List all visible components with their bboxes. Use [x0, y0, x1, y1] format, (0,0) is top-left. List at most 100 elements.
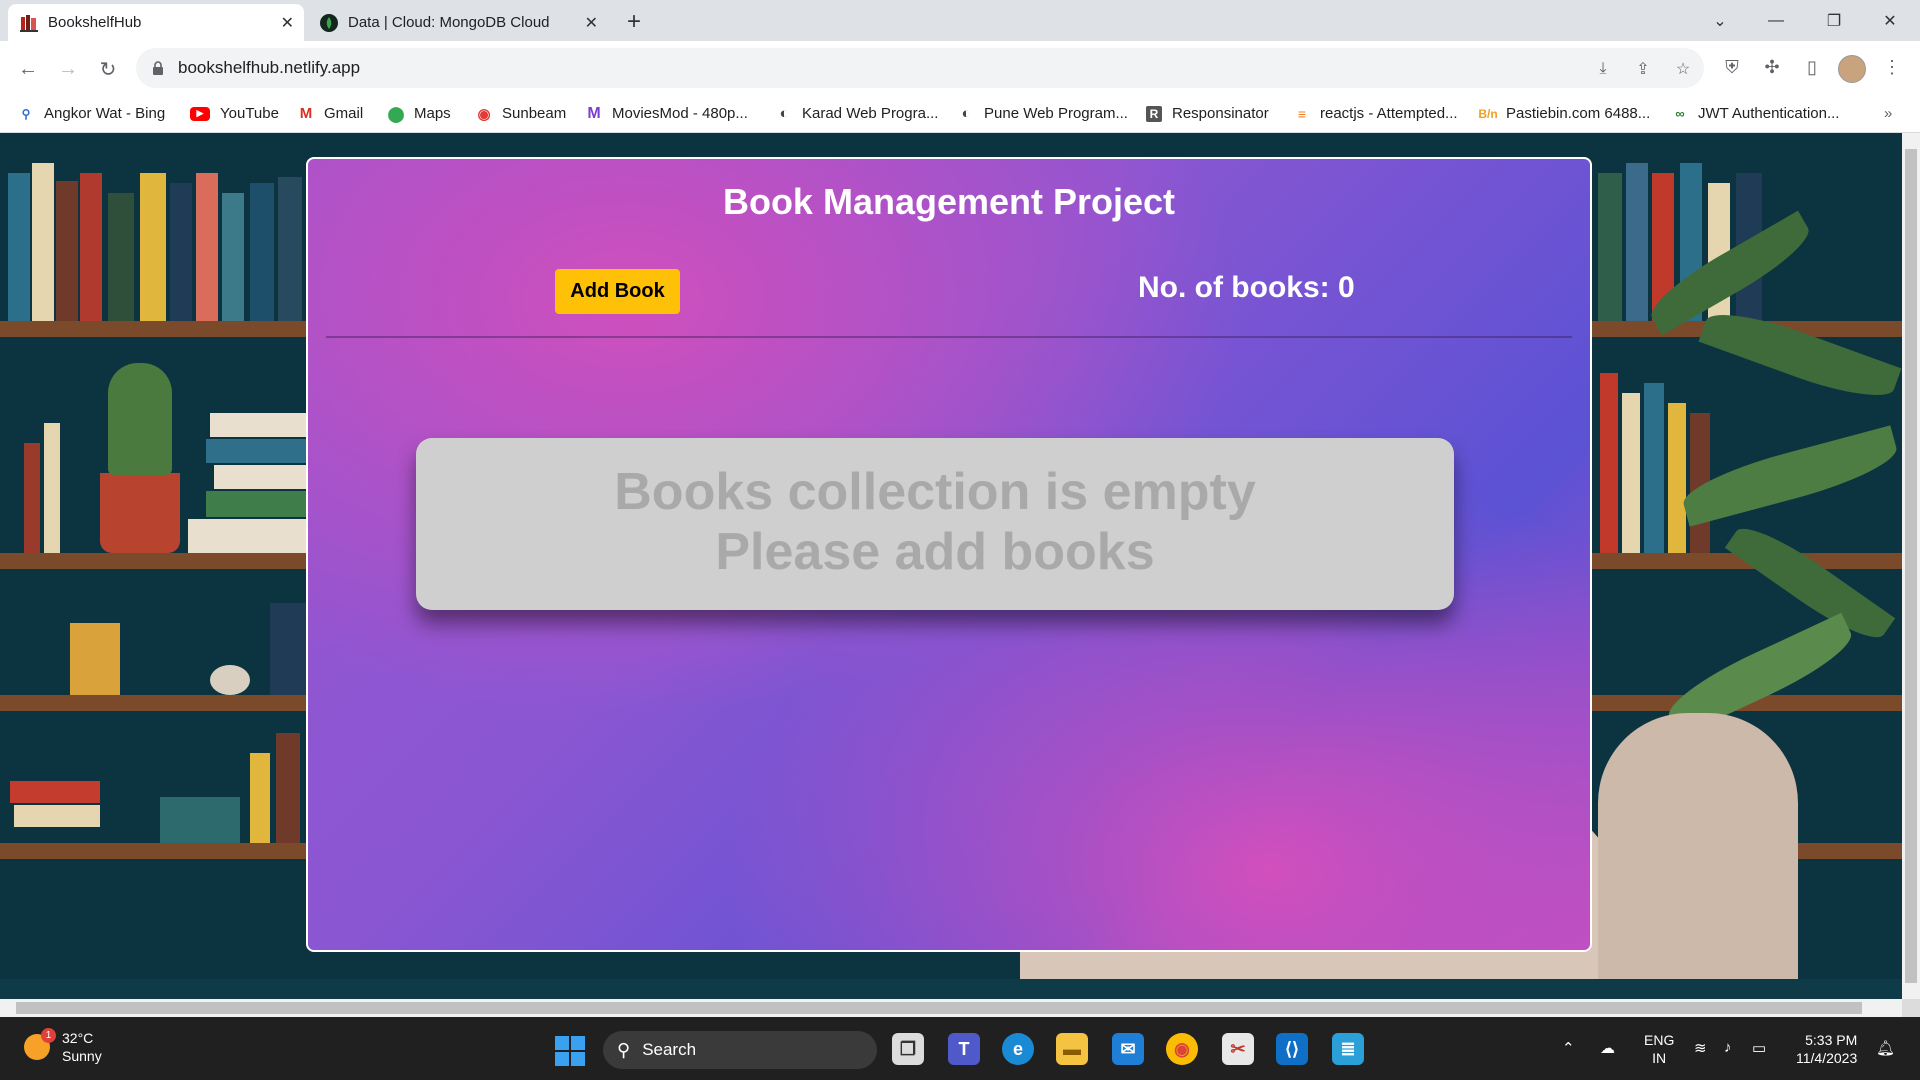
book [250, 183, 274, 321]
bookmark-item[interactable]: B/n Pastiebin.com 6488... [1478, 105, 1650, 122]
book [276, 733, 300, 843]
profile-avatar[interactable] [1838, 55, 1866, 83]
bottom-shelf [0, 979, 1902, 999]
book [214, 465, 310, 489]
bookmark-item[interactable]: ◐ Pune Web Program... [958, 105, 1128, 122]
bookmark-item[interactable]: M MoviesMod - 480p... [586, 104, 748, 123]
back-arrow-icon[interactable]: ← [14, 55, 42, 83]
close-tab-icon[interactable]: ✕ [585, 13, 598, 33]
snipping-tool-icon[interactable]: ✂ [1222, 1033, 1254, 1065]
plant-pot [70, 623, 120, 695]
book [1622, 393, 1640, 553]
tab-bookshelfhub[interactable]: BookshelfHub ✕ [8, 4, 304, 41]
reload-icon[interactable]: ↻ [94, 55, 122, 83]
mail-icon[interactable]: ✉ [1112, 1033, 1144, 1065]
close-tab-icon[interactable]: ✕ [281, 13, 294, 33]
tab-search-chevron-icon[interactable]: ⌄ [1692, 0, 1748, 41]
maps-pin-icon: ⬤ [387, 105, 405, 123]
weather-desc: Sunny [62, 1048, 102, 1064]
side-panel-icon[interactable]: ▯ [1800, 55, 1824, 79]
bookmark-item[interactable]: ▶ YouTube [190, 105, 279, 122]
book [10, 781, 100, 803]
weather-widget[interactable]: 1 32°C Sunny [24, 1028, 102, 1065]
tab-title: Data | Cloud: MongoDB Cloud [348, 14, 550, 31]
bookmark-item[interactable]: ≡ reactjs - Attempted... [1294, 105, 1458, 122]
forward-arrow-icon[interactable]: → [54, 55, 82, 83]
taskbar-search[interactable]: ⚲ Search [603, 1031, 877, 1069]
book [206, 491, 310, 517]
book [8, 173, 30, 321]
bookmark-item[interactable]: ◐ Karad Web Progra... [776, 105, 938, 122]
horizontal-scrollbar[interactable] [0, 999, 1902, 1017]
book [250, 753, 270, 843]
book [278, 177, 302, 321]
menu-kebab-icon[interactable]: ⋮ [1880, 55, 1904, 79]
vertical-scrollbar[interactable] [1902, 133, 1920, 999]
book [1626, 163, 1648, 321]
taskbar: 1 32°C Sunny ⚲ Search ❐ T e ▬ ✉ ◉ ✂ ⟨⟩ ≣… [0, 1017, 1920, 1080]
volume-icon[interactable]: ♪ [1724, 1039, 1732, 1056]
share-icon[interactable]: ⇪ [1632, 58, 1654, 80]
task-view-icon[interactable]: ❐ [892, 1033, 924, 1065]
bookmark-item[interactable]: M Gmail [298, 105, 363, 122]
restore-icon[interactable]: ❐ [1806, 0, 1862, 41]
url-text: bookshelfhub.netlify.app [178, 58, 361, 77]
bookmark-item[interactable]: R Responsinator [1146, 105, 1269, 122]
notepad-icon[interactable]: ≣ [1332, 1033, 1364, 1065]
new-tab-plus-icon[interactable]: + [620, 8, 648, 36]
plant-leaf [1698, 300, 1902, 410]
plant-pot [100, 473, 180, 553]
scroll-thumb[interactable] [16, 1002, 1862, 1014]
clock [210, 665, 250, 695]
bookmark-item[interactable]: ∞ JWT Authentication... [1672, 105, 1839, 122]
minimize-icon[interactable]: — [1748, 0, 1804, 41]
moviesmod-icon: M [587, 104, 601, 122]
book [222, 193, 244, 321]
globe-icon: ◐ [961, 105, 971, 122]
shield-extension-icon[interactable]: ⛨ [1720, 55, 1744, 79]
bookmark-item[interactable]: ◉ Sunbeam [476, 105, 566, 123]
file-explorer-icon[interactable]: ▬ [1056, 1033, 1088, 1065]
bookmark-item[interactable]: ⬤ Maps [387, 105, 451, 123]
book [108, 193, 134, 321]
app-container: Book Management Project Add Book No. of … [306, 157, 1592, 952]
system-clock[interactable]: 5:33 PM 11/4/2023 [1796, 1031, 1857, 1067]
page-title: Book Management Project [722, 181, 1176, 222]
close-window-icon[interactable]: ✕ [1862, 0, 1918, 41]
tab-mongodb[interactable]: Data | Cloud: MongoDB Cloud ✕ [308, 4, 608, 41]
chrome-icon[interactable]: ◉ [1166, 1033, 1198, 1065]
shelf [0, 843, 310, 859]
bookshelf-favicon-icon [20, 14, 38, 32]
bookmark-item[interactable]: ⚲ Angkor Wat - Bing [18, 105, 166, 122]
search-icon: ⚲ [617, 1039, 631, 1060]
edge-browser-icon[interactable]: e [1002, 1033, 1034, 1065]
stackoverflow-icon: ≡ [1297, 105, 1307, 122]
search-label: Search [642, 1040, 697, 1059]
book [210, 413, 310, 437]
address-bar[interactable]: bookshelfhub.netlify.app ⤓ ⇪ ☆ [136, 48, 1704, 88]
book [44, 423, 60, 553]
more-bookmarks-icon[interactable]: » [1884, 105, 1892, 122]
empty-message-line1: Books collection is empty [614, 463, 1256, 521]
extensions-puzzle-icon[interactable]: ✣ [1760, 55, 1784, 79]
battery-icon[interactable]: ▭ [1752, 1039, 1766, 1057]
sunbeam-icon: ◉ [477, 105, 491, 123]
onedrive-icon[interactable]: ☁ [1600, 1039, 1615, 1057]
scroll-thumb[interactable] [1905, 149, 1917, 983]
book [1644, 383, 1664, 553]
wifi-icon[interactable]: ≋ [1694, 1039, 1707, 1057]
bing-search-icon: ⚲ [21, 106, 31, 121]
windows-start-icon[interactable] [555, 1036, 585, 1066]
book [1600, 373, 1618, 553]
add-book-button[interactable]: Add Book [555, 269, 680, 314]
install-app-icon[interactable]: ⤓ [1592, 58, 1614, 80]
notification-bell-icon[interactable]: 🔔︎ [1876, 1039, 1895, 1057]
book [32, 163, 54, 321]
shelf [0, 321, 310, 337]
weather-temp: 32°C [62, 1030, 94, 1046]
show-hidden-icons-chevron-icon[interactable]: ⌃ [1562, 1039, 1575, 1057]
vscode-icon[interactable]: ⟨⟩ [1276, 1033, 1308, 1065]
bookmark-star-icon[interactable]: ☆ [1672, 58, 1694, 80]
input-language[interactable]: ENG IN [1644, 1031, 1674, 1067]
teams-icon[interactable]: T [948, 1033, 980, 1065]
